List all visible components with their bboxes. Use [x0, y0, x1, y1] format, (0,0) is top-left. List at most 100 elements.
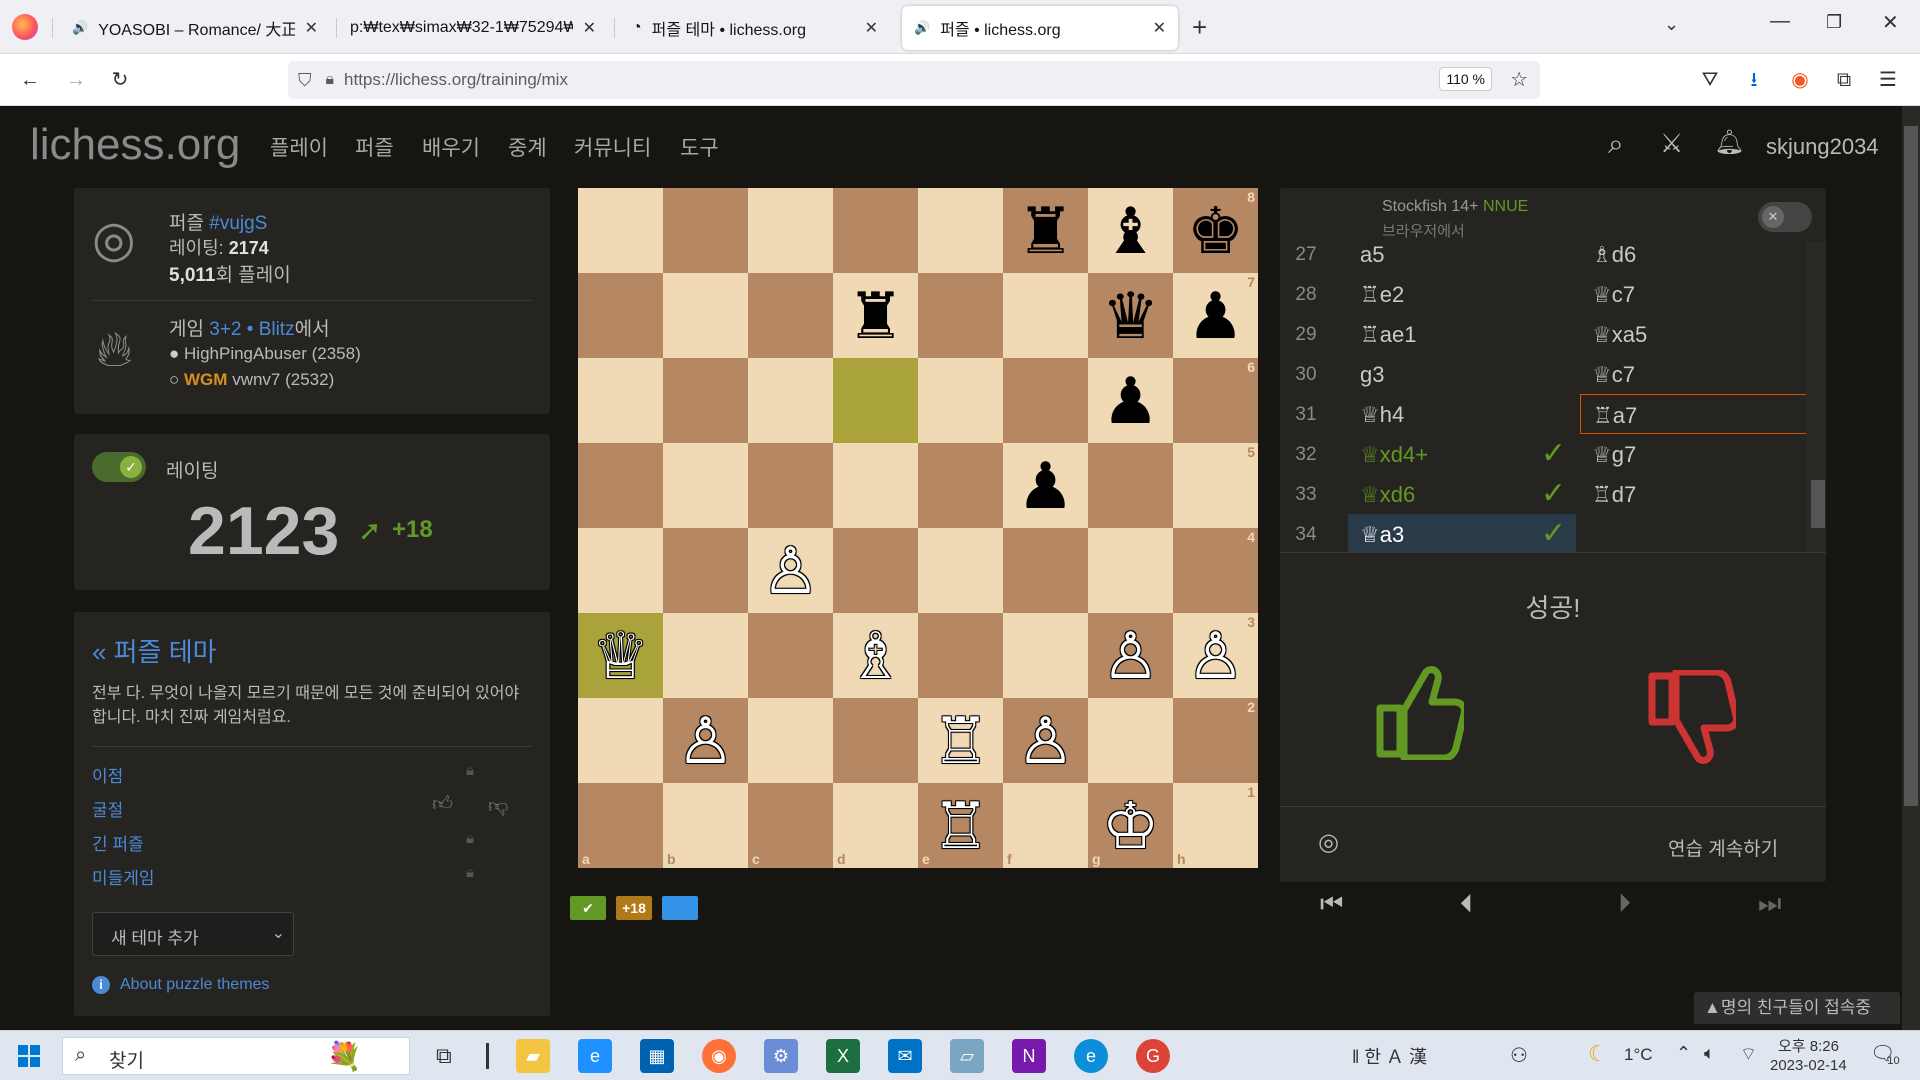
- square-d8[interactable]: [833, 188, 918, 273]
- square-g1[interactable]: ♔ g: [1088, 783, 1173, 868]
- chess-piece[interactable]: ♙: [762, 539, 819, 603]
- internet-explorer-icon[interactable]: e: [578, 1039, 612, 1073]
- forward-icon[interactable]: →: [62, 66, 90, 94]
- square-b1[interactable]: b: [663, 783, 748, 868]
- windows-start-icon[interactable]: [18, 1045, 40, 1067]
- rated-toggle[interactable]: ✓: [92, 452, 146, 482]
- move-white[interactable]: ♖ae1: [1348, 314, 1576, 354]
- thumbs-down-icon[interactable]: 👎︎: [488, 794, 508, 818]
- black-player-link[interactable]: vwnv7 (2532): [232, 370, 334, 389]
- square-g3[interactable]: ♙: [1088, 613, 1173, 698]
- square-h6[interactable]: 6: [1173, 358, 1258, 443]
- move-list[interactable]: 27 a5 ♗d6 28 ♖e2 ♕c7 29 ♖ae1 ♕xa5 30 g3 ♕c7 31 ♕h4 ♖a7…: [1280, 242, 1826, 552]
- clock-date[interactable]: 2023-02-14: [1770, 1057, 1847, 1074]
- chess-piece[interactable]: ♜: [847, 284, 904, 348]
- theme-item-advantage[interactable]: 이점: [92, 762, 123, 787]
- chess-piece[interactable]: ♗: [847, 624, 904, 688]
- square-h8[interactable]: ♚ 8: [1173, 188, 1258, 273]
- square-h7[interactable]: ♟ 7: [1173, 273, 1258, 358]
- excel-icon[interactable]: X: [826, 1039, 860, 1073]
- square-a8[interactable]: [578, 188, 663, 273]
- move-white[interactable]: ♖e2: [1348, 274, 1576, 314]
- square-a7[interactable]: [578, 273, 663, 358]
- move-black[interactable]: ♗d6: [1580, 242, 1808, 274]
- clock-time[interactable]: 오후 8:26: [1778, 1035, 1839, 1056]
- square-g4[interactable]: [1088, 528, 1173, 613]
- close-icon[interactable]: ✕: [305, 18, 318, 38]
- temperature[interactable]: 1°C: [1624, 1045, 1653, 1065]
- square-d1[interactable]: d: [833, 783, 918, 868]
- taskbar-search-box[interactable]: ⌕ 찾기 💐: [62, 1037, 410, 1075]
- next-move-button[interactable]: ⏵: [1618, 888, 1631, 920]
- chess-piece[interactable]: ♔: [1102, 794, 1159, 858]
- nav-tools[interactable]: 도구: [680, 132, 719, 162]
- square-f2[interactable]: ♙: [1003, 698, 1088, 783]
- chess-piece[interactable]: ♟: [1187, 284, 1244, 348]
- chess-piece[interactable]: ♙: [1102, 624, 1159, 688]
- bookmark-star-icon[interactable]: ☆: [1510, 67, 1528, 92]
- square-f1[interactable]: f: [1003, 783, 1088, 868]
- square-d7[interactable]: ♜: [833, 273, 918, 358]
- wifi-icon[interactable]: ⌔: [1740, 1043, 1757, 1066]
- square-e3[interactable]: [918, 613, 1003, 698]
- square-b3[interactable]: [663, 613, 748, 698]
- square-e6[interactable]: [918, 358, 1003, 443]
- square-c6[interactable]: [748, 358, 833, 443]
- continue-training-button[interactable]: 연습 계속하기: [1668, 834, 1778, 861]
- square-f6[interactable]: [1003, 358, 1088, 443]
- square-f7[interactable]: [1003, 273, 1088, 358]
- move-white[interactable]: ♕h4: [1348, 394, 1576, 434]
- square-a2[interactable]: [578, 698, 663, 783]
- move-black[interactable]: ♕c7: [1580, 274, 1808, 314]
- square-c1[interactable]: c: [748, 783, 833, 868]
- square-g2[interactable]: [1088, 698, 1173, 783]
- vote-down-button[interactable]: [1646, 668, 1740, 771]
- square-h2[interactable]: 2: [1173, 698, 1258, 783]
- square-g6[interactable]: ♟: [1088, 358, 1173, 443]
- user-menu[interactable]: skjung2034: [1766, 134, 1879, 160]
- reload-icon[interactable]: ↻: [106, 66, 134, 94]
- square-b4[interactable]: [663, 528, 748, 613]
- tab-puzzle-active[interactable]: 🔊 퍼즐 • lichess.org ✕: [902, 6, 1178, 50]
- ime-toolbar-icon[interactable]: ‖ 한 Ａ 漢: [1352, 1043, 1427, 1069]
- square-d2[interactable]: [833, 698, 918, 783]
- first-move-button[interactable]: ⏮: [1320, 888, 1343, 920]
- notification-center-icon[interactable]: 🗨︎10: [1870, 1041, 1908, 1067]
- onenote-icon[interactable]: N: [1012, 1039, 1046, 1073]
- chess-piece[interactable]: ♜: [1017, 199, 1074, 263]
- task-view-icon[interactable]: ⧉: [436, 1043, 452, 1069]
- square-a3[interactable]: ♕: [578, 613, 663, 698]
- friends-online-bar[interactable]: ▲명의 친구들이 접속중: [1694, 992, 1900, 1024]
- search-icon[interactable]: ⌕: [1608, 128, 1624, 161]
- square-a6[interactable]: [578, 358, 663, 443]
- square-d6[interactable]: [833, 358, 918, 443]
- url-bar[interactable]: ⛉ 🔒︎ https://lichess.org/training/mix 11…: [288, 61, 1540, 99]
- square-h3[interactable]: ♙ 3: [1173, 613, 1258, 698]
- people-icon[interactable]: ⚇: [1510, 1043, 1528, 1068]
- move-black[interactable]: ♖a7: [1580, 394, 1808, 434]
- white-player-link[interactable]: HighPingAbuser (2358): [184, 344, 361, 363]
- square-f5[interactable]: ♟: [1003, 443, 1088, 528]
- square-b5[interactable]: [663, 443, 748, 528]
- notification-bell-icon[interactable]: 🔔︎: [1714, 128, 1744, 157]
- square-d3[interactable]: ♗: [833, 613, 918, 698]
- chess-piece[interactable]: ♕: [592, 624, 649, 688]
- puzzle-id-link[interactable]: #vujgS: [209, 213, 267, 234]
- square-e2[interactable]: ♖: [918, 698, 1003, 783]
- add-theme-select[interactable]: 새 테마 추가 ⌄: [92, 912, 294, 956]
- minimize-button[interactable]: —: [1770, 10, 1790, 33]
- tab-yoasobi[interactable]: 🔊 YOASOBI – Romance/ 大正浪漫 ✕: [60, 6, 330, 50]
- last-move-button[interactable]: ⏭: [1758, 888, 1781, 920]
- bullseye-icon[interactable]: ◎: [1318, 828, 1339, 857]
- square-c5[interactable]: [748, 443, 833, 528]
- nav-broadcast[interactable]: 중계: [508, 132, 547, 162]
- square-e8[interactable]: [918, 188, 1003, 273]
- challenge-swords-icon[interactable]: ⚔: [1660, 128, 1683, 159]
- move-list-scrollbar[interactable]: [1806, 242, 1826, 552]
- theme-item-long[interactable]: 긴 퍼즐: [92, 830, 144, 855]
- square-g8[interactable]: ♝: [1088, 188, 1173, 273]
- vote-up-button[interactable]: [1374, 664, 1468, 765]
- file-explorer-icon[interactable]: ▰: [516, 1039, 550, 1073]
- square-h1[interactable]: 1h: [1173, 783, 1258, 868]
- chess-piece[interactable]: ♙: [677, 709, 734, 773]
